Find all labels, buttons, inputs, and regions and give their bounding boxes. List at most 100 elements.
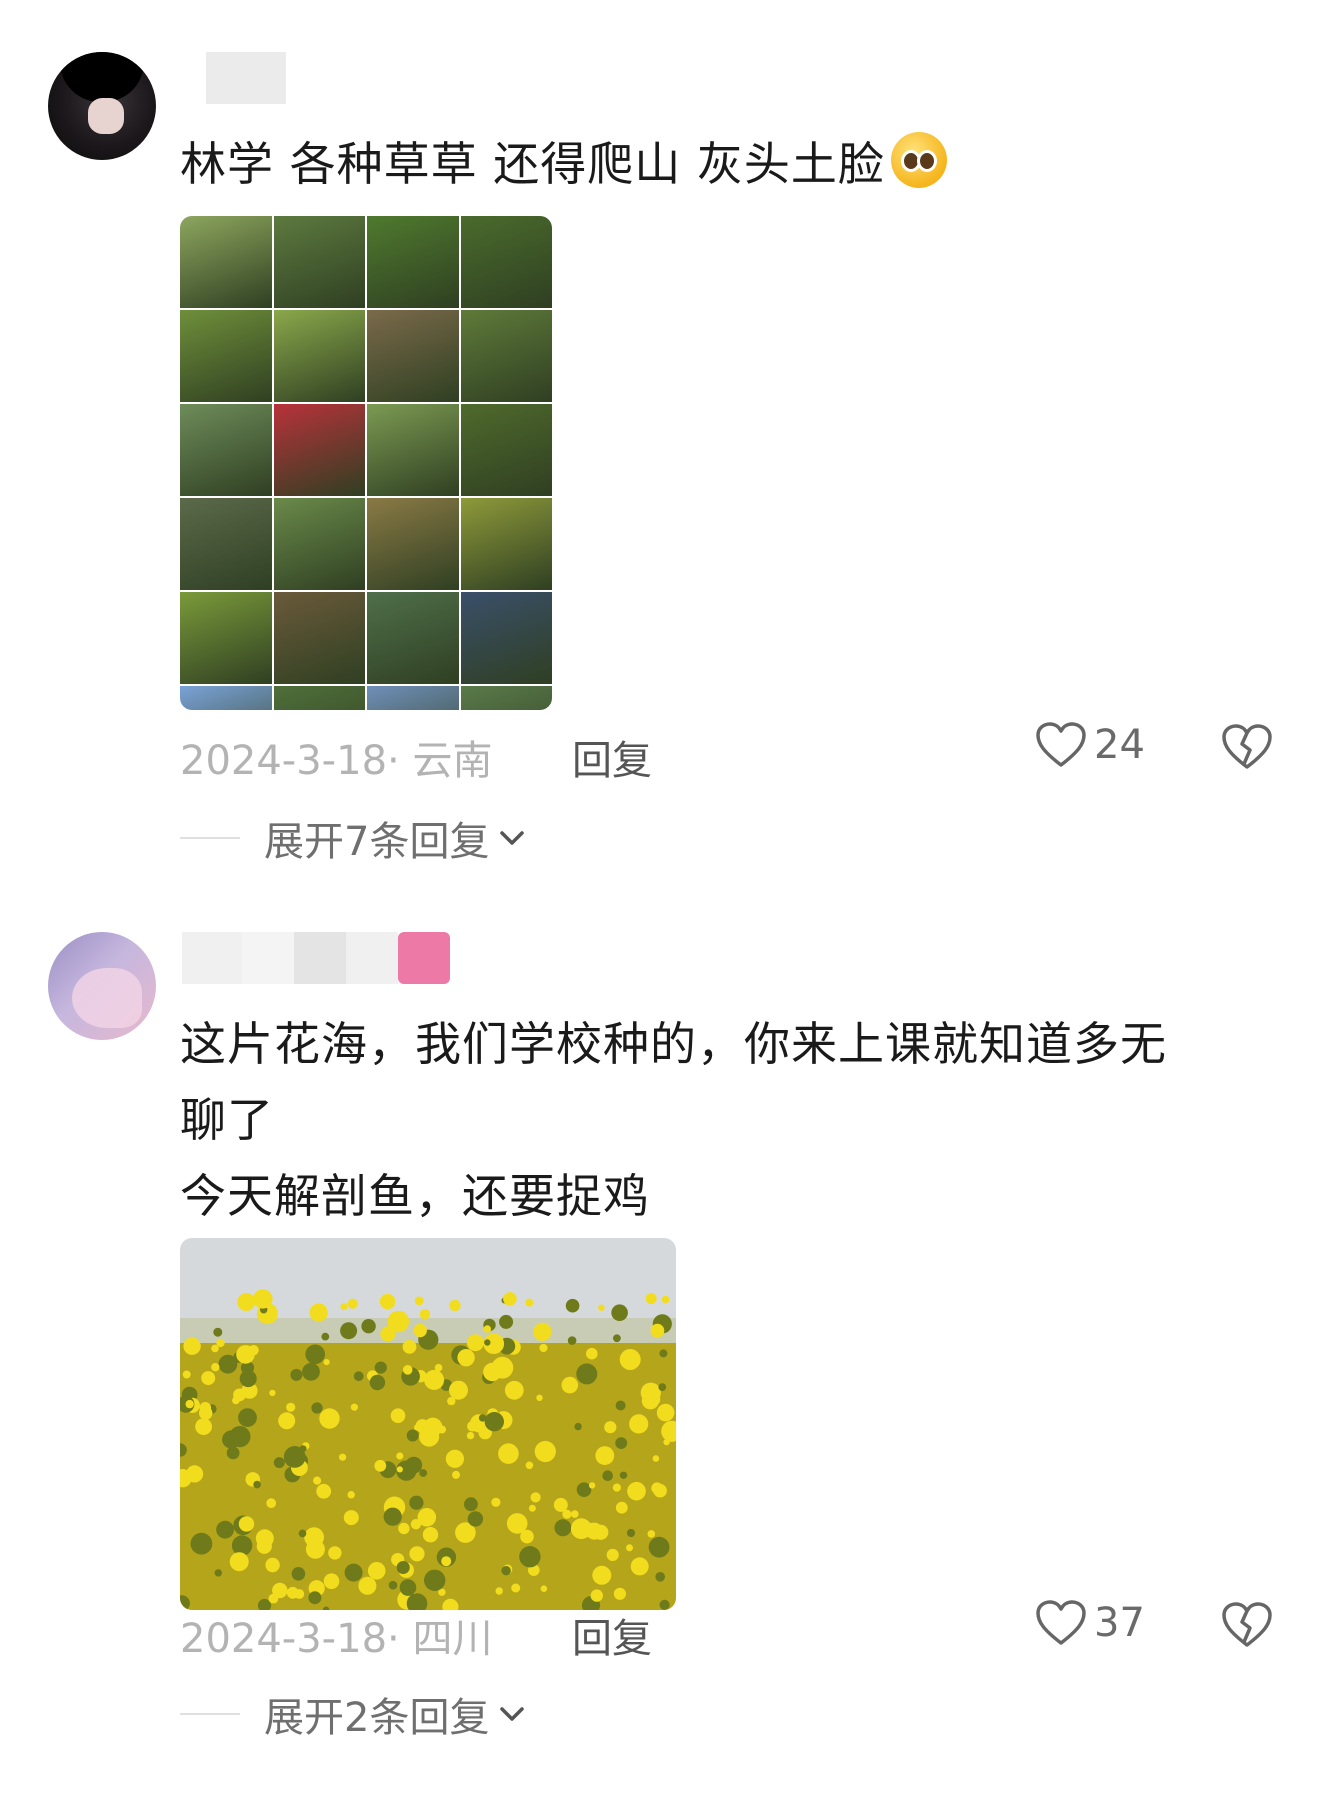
- heart-icon: [1036, 722, 1086, 767]
- flower-speck: [619, 1349, 641, 1370]
- flower-speck: [441, 1556, 452, 1567]
- flower-speck: [313, 1476, 322, 1485]
- plant-photo-tile[interactable]: [180, 404, 272, 496]
- flower-speck: [413, 1323, 427, 1338]
- flower-speck: [466, 1334, 484, 1352]
- dislike-button[interactable]: [1222, 724, 1272, 780]
- flower-speck: [586, 1347, 598, 1360]
- date-location: 2024-3-18· 四川: [180, 1616, 493, 1662]
- flower-speck: [424, 1369, 445, 1390]
- expand-replies-label: 展开2条回复: [264, 1695, 490, 1741]
- flower-speck: [374, 1361, 387, 1374]
- flower-speck: [190, 1532, 213, 1555]
- flower-speck: [319, 1408, 340, 1429]
- flower-speck: [525, 1461, 534, 1470]
- flower-speck: [627, 1481, 646, 1501]
- flower-speck: [302, 1362, 320, 1381]
- flower-speck: [405, 1456, 423, 1474]
- flower-speck: [604, 1421, 617, 1434]
- flower-speck: [606, 1548, 619, 1561]
- flower-speck: [201, 1371, 216, 1386]
- username[interactable]: [182, 52, 286, 104]
- flower-speck: [511, 1583, 521, 1593]
- flower-speck: [653, 1483, 667, 1498]
- flower-speck: [238, 1408, 257, 1427]
- plant-photo-tile[interactable]: [367, 404, 459, 496]
- flower-speck: [501, 1566, 511, 1576]
- comment-text-body: 林学 各种草草 还得爬山 灰头土脸: [180, 137, 885, 191]
- plant-photo-tile[interactable]: [367, 498, 459, 590]
- comment-text: 这片花海，我们学校种的，你来上课就知道多无 聊了 今天解剖鱼，还要捉鸡: [180, 1006, 1270, 1234]
- like-button[interactable]: 37: [1036, 1600, 1145, 1646]
- flower-speck: [615, 1400, 626, 1411]
- expand-replies-label: 展开7条回复: [264, 819, 490, 865]
- plant-photo-tile[interactable]: [460, 404, 552, 496]
- flower-speck: [641, 1392, 659, 1410]
- flower-speck: [630, 1557, 649, 1576]
- username-blurred: [182, 932, 242, 984]
- flower-speck: [661, 1295, 670, 1304]
- plant-photo-tile[interactable]: [180, 310, 272, 402]
- flower-speck: [553, 1497, 568, 1512]
- reply-button[interactable]: 回复: [572, 728, 652, 786]
- plant-photo-tile[interactable]: [180, 592, 272, 684]
- broken-heart-icon: [1222, 724, 1272, 769]
- reply-button[interactable]: 回复: [572, 1606, 652, 1664]
- photo-grid[interactable]: [180, 216, 552, 710]
- flower-speck: [390, 1408, 406, 1423]
- flower-speck: [504, 1380, 524, 1400]
- flower-speck: [182, 1370, 191, 1379]
- plant-photo-tile[interactable]: [273, 498, 365, 590]
- plant-photo-tile[interactable]: [460, 592, 552, 684]
- plant-photo-tile[interactable]: [180, 498, 272, 590]
- expand-replies-button[interactable]: 展开7条回复: [180, 810, 525, 866]
- avatar[interactable]: [48, 52, 156, 160]
- flower-speck: [499, 1314, 514, 1329]
- plant-photo-tile[interactable]: [273, 686, 365, 710]
- flower-speck: [656, 1403, 675, 1422]
- plant-photo-tile[interactable]: [460, 498, 552, 590]
- plant-photo-tile[interactable]: [180, 686, 272, 710]
- flower-speck: [369, 1374, 386, 1391]
- plant-photo-tile[interactable]: [367, 592, 459, 684]
- divider-line: [180, 837, 240, 839]
- flower-speck: [612, 1483, 621, 1492]
- date-location: 2024-3-18· 云南: [180, 738, 493, 784]
- flower-speck: [658, 1383, 667, 1391]
- avatar[interactable]: [48, 932, 156, 1040]
- comment-text-line: 聊了: [180, 1093, 274, 1147]
- plant-photo-tile[interactable]: [367, 216, 459, 308]
- flower-speck: [406, 1429, 419, 1442]
- flower-speck: [253, 1289, 273, 1309]
- flower-speck: [316, 1483, 332, 1499]
- plant-photo-tile[interactable]: [367, 310, 459, 402]
- flower-speck: [389, 1315, 397, 1323]
- plant-photo-tile[interactable]: [273, 592, 365, 684]
- flower-speck: [457, 1349, 475, 1367]
- expand-replies-button[interactable]: 展开2条回复: [180, 1686, 525, 1742]
- flower-speck: [592, 1565, 612, 1585]
- flower-speck: [565, 1298, 580, 1313]
- plant-photo-tile[interactable]: [273, 404, 365, 496]
- flower-speck: [491, 1356, 514, 1379]
- plant-photo-tile[interactable]: [367, 686, 459, 710]
- plant-photo-tile[interactable]: [273, 216, 365, 308]
- flower-speck: [278, 1412, 296, 1430]
- plant-photo-tile[interactable]: [460, 686, 552, 710]
- flower-speck: [380, 1326, 396, 1342]
- dislike-button[interactable]: [1222, 1602, 1272, 1658]
- username[interactable]: [182, 932, 450, 984]
- flower-speck: [534, 1440, 556, 1463]
- plant-photo-tile[interactable]: [273, 310, 365, 402]
- username-badge: [398, 932, 450, 984]
- flower-speck: [619, 1471, 628, 1479]
- plant-photo-tile[interactable]: [460, 310, 552, 402]
- plant-photo-tile[interactable]: [460, 216, 552, 308]
- like-button[interactable]: 24: [1036, 722, 1145, 768]
- plant-photo-tile[interactable]: [180, 216, 272, 308]
- flower-speck: [663, 1438, 670, 1446]
- flower-speck: [415, 1419, 430, 1433]
- flower-speck: [273, 1457, 285, 1469]
- flower-speck: [409, 1495, 424, 1510]
- photo-attachment[interactable]: [180, 1238, 676, 1610]
